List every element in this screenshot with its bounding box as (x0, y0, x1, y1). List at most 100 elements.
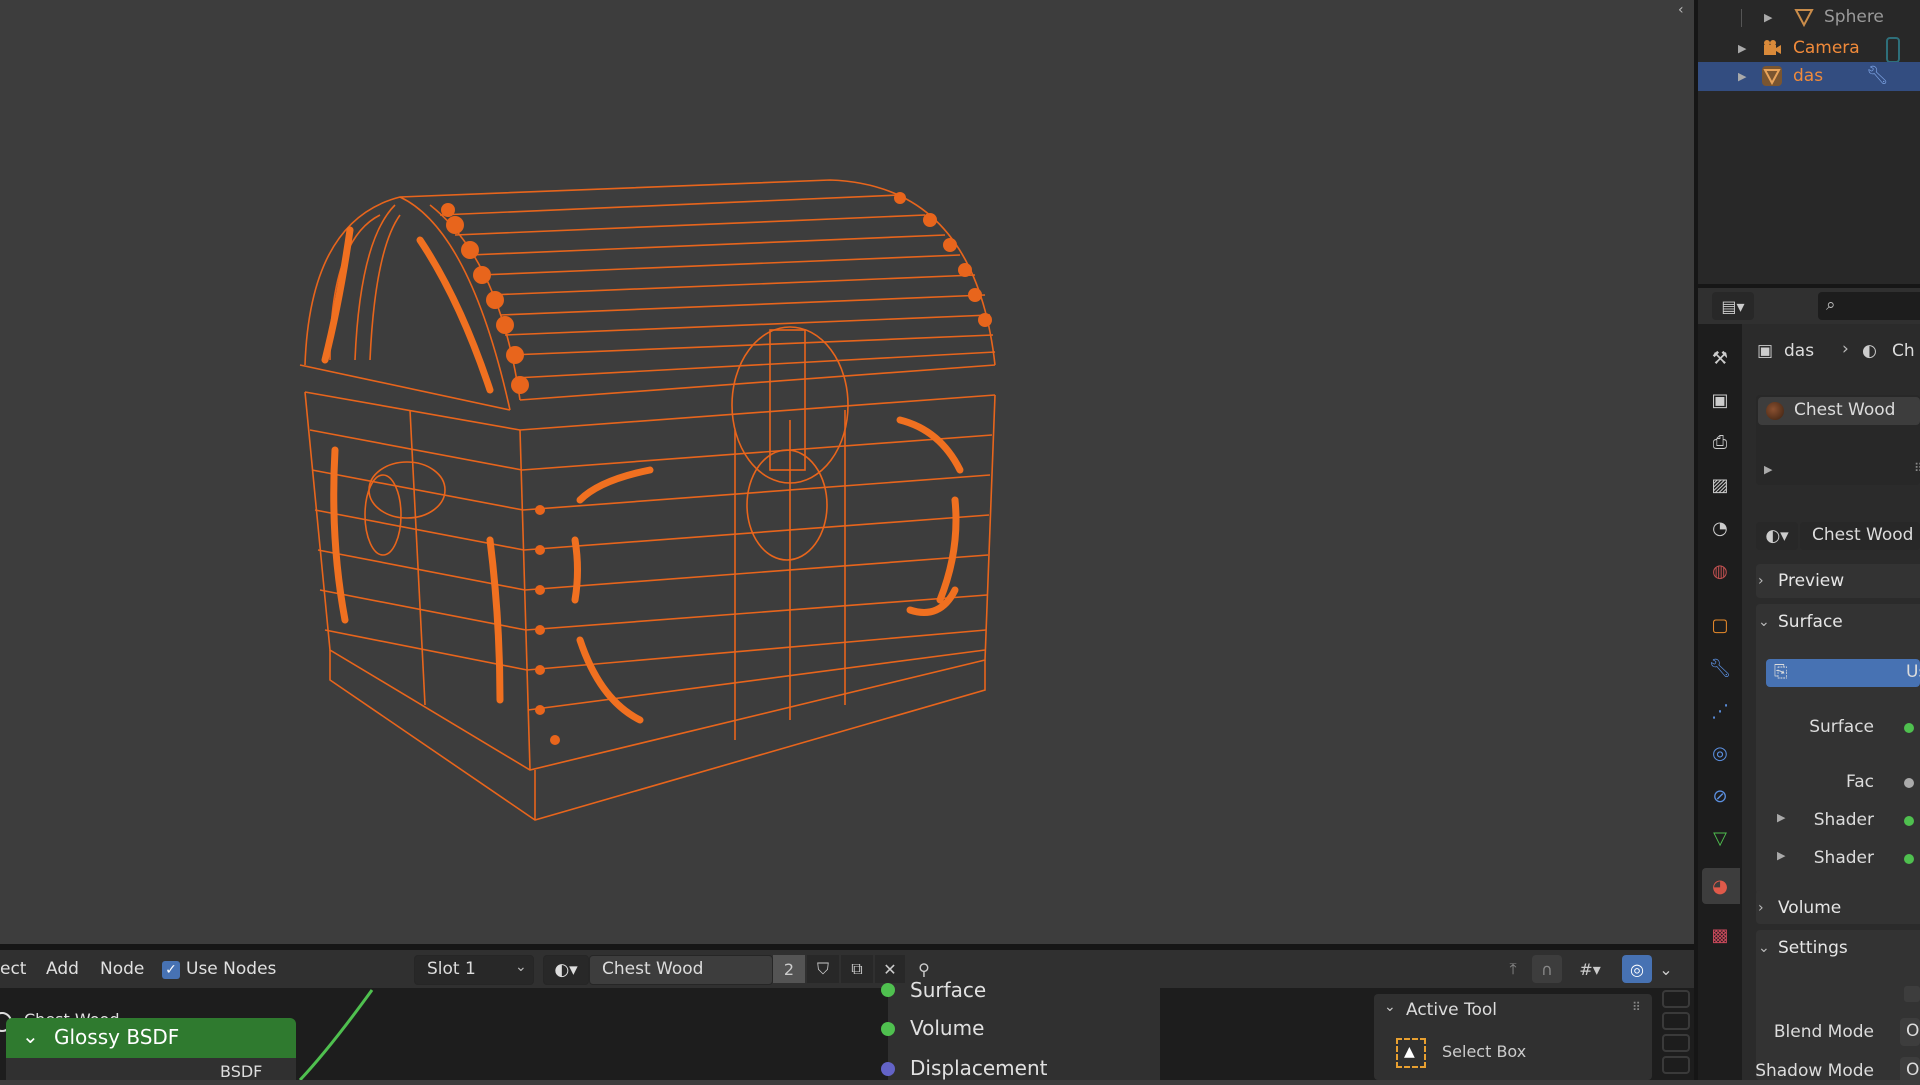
material-output-node[interactable]: Surface Volume Displacement (881, 978, 1160, 1080)
parent-node-tree-icon[interactable]: ⤒ (1498, 955, 1528, 983)
sidebar-tab[interactable] (1662, 1034, 1690, 1052)
material-name-field[interactable]: Chest Wood (589, 955, 773, 985)
volume-input-label: Volume (910, 1016, 985, 1040)
outliner[interactable]: ▶ Sphere ▶ Camera ▶ das 🔧︎ (1698, 0, 1920, 284)
active-tool-panel: ⌄ Active Tool ⠿ ▲ Select Box (1374, 994, 1652, 1080)
material-slot-label: Chest Wood (1794, 400, 1896, 420)
constraints-tab-icon[interactable]: ⊘ (1709, 785, 1731, 807)
slot-dropdown[interactable]: Slot 1 ⌄ (414, 955, 534, 985)
object-data-icon: ▣ (1757, 341, 1774, 361)
expand-arrow-icon[interactable]: ▶ (1738, 70, 1746, 83)
surface-input-label: Surface (910, 978, 987, 1002)
outliner-item-label: Camera (1793, 38, 1860, 58)
glossy-bsdf-body[interactable]: BSDF (6, 1058, 296, 1081)
select-menu[interactable]: ect (0, 950, 26, 988)
expand-arrow-icon[interactable]: ▶ (1738, 42, 1746, 55)
particles-tab-icon[interactable]: ⋰ (1709, 700, 1731, 722)
user-count: 2 (783, 959, 795, 979)
chevron-down-icon[interactable]: ⌄ (22, 1024, 39, 1048)
settings-panel-header[interactable]: ⌄ Settings (1758, 932, 1920, 964)
volume-socket-icon[interactable] (881, 1022, 895, 1036)
view-layer-tab-icon[interactable]: ▨ (1709, 474, 1731, 496)
panel-title: Surface (1778, 612, 1843, 632)
browse-material-button[interactable]: ◐▾ (1756, 522, 1798, 550)
use-nodes-button[interactable]: ⎘ Us (1766, 659, 1920, 687)
material-tab-icon[interactable]: ◕ (1709, 875, 1731, 897)
displacement-input-label: Displacement (910, 1056, 1048, 1080)
blend-mode-value: O (1906, 1021, 1920, 1041)
close-icon[interactable]: ✕ (875, 955, 905, 983)
outliner-item-das[interactable]: ▶ das 🔧︎ (1698, 62, 1920, 91)
snap-grid-icon[interactable]: #▾ (1566, 955, 1614, 983)
mesh-icon (1794, 9, 1814, 27)
user-count-button[interactable]: 2 (773, 955, 805, 983)
scene-tab-icon[interactable]: ◔ (1709, 517, 1731, 539)
cursor-icon: ▲ (1404, 1044, 1415, 1060)
surface-socket-icon[interactable] (881, 983, 895, 997)
node-sidebar-tabs[interactable] (1660, 990, 1690, 1080)
properties-search-input[interactable]: ⌕ (1818, 292, 1920, 320)
shadow-mode-value: O (1906, 1060, 1920, 1080)
use-nodes-label: Use Nodes (186, 959, 277, 979)
resize-handle-icon[interactable]: ⠿ (1914, 461, 1920, 475)
modifier-tab-icon[interactable]: 🔧︎ (1709, 657, 1732, 679)
search-icon: ⌕ (1826, 295, 1836, 315)
editor-type-button[interactable]: ▤▾ (1712, 292, 1754, 320)
drag-handle-icon[interactable]: ⠿ (1632, 1000, 1641, 1014)
properties-main: ▣ das › ◐ Ch Chest Wood ▶ ⠿ ◐▾ Chest Woo… (1742, 324, 1920, 1085)
fake-user-shield-icon[interactable]: ⛉ (807, 955, 839, 983)
data-tab-icon[interactable]: ▽ (1709, 827, 1731, 849)
material-icon: ◐ (1862, 341, 1877, 361)
chevron-down-icon[interactable]: ⌄ (1384, 999, 1396, 1015)
chevron-right-icon: › (1758, 900, 1764, 916)
chevron-down-icon: ⌄ (1758, 940, 1770, 956)
panel-title: Preview (1778, 571, 1845, 591)
volume-panel-header[interactable]: › Volume (1758, 892, 1920, 924)
expand-arrow-icon[interactable]: ▶ (1764, 11, 1772, 24)
outliner-item-label: Sphere (1824, 7, 1884, 27)
sidebar-tab[interactable] (1662, 1056, 1690, 1074)
chevron-right-icon: › (1758, 573, 1764, 589)
outliner-item-sphere[interactable]: ▶ Sphere (1698, 3, 1920, 32)
output-tab-icon[interactable]: ⎙ (1709, 431, 1731, 453)
snap-magnet-icon[interactable]: ∩ (1532, 955, 1562, 983)
world-tab-icon[interactable]: ◍ (1709, 560, 1731, 582)
browse-material-button[interactable]: ◐▾ (543, 955, 589, 985)
physics-tab-icon[interactable]: ◎ (1709, 742, 1731, 764)
render-tab-icon[interactable]: ▣ (1709, 389, 1731, 411)
object-tab-icon[interactable]: ▢ (1709, 614, 1731, 636)
shadow-mode-dropdown[interactable]: O (1900, 1057, 1920, 1085)
settings-checkbox[interactable] (1904, 986, 1920, 1002)
overlay-dropdown-icon[interactable]: ⌄ (1654, 955, 1678, 983)
chevron-down-icon: ⌄ (515, 959, 527, 975)
add-menu[interactable]: Add (46, 950, 79, 988)
tree-line (1741, 9, 1742, 27)
surface-panel-header[interactable]: ⌄ Surface (1758, 606, 1920, 638)
material-slot-item[interactable]: Chest Wood (1758, 397, 1920, 425)
material-slot-list[interactable]: Chest Wood ▶ ⠿ (1756, 395, 1920, 485)
material-name-field[interactable]: Chest Wood (1800, 522, 1920, 550)
blend-mode-dropdown[interactable]: O (1900, 1018, 1920, 1046)
expand-arrow-icon[interactable]: ▶ (1764, 463, 1772, 476)
texture-tab-icon[interactable]: ▩ (1709, 924, 1731, 946)
duplicate-icon[interactable]: ⧉ (841, 955, 873, 983)
wrench-icon[interactable]: 🔧︎ (1866, 65, 1889, 86)
sidebar-tab[interactable] (1662, 990, 1690, 1008)
breadcrumb-chevron-icon: › (1842, 339, 1849, 359)
preview-panel-header[interactable]: › Preview (1758, 565, 1920, 597)
node-menu[interactable]: Node (100, 950, 144, 988)
shader-socket-icon (1904, 854, 1914, 864)
collapse-arrow-icon[interactable]: ‹ (1678, 2, 1684, 18)
displacement-socket-icon[interactable] (881, 1062, 895, 1076)
outliner-item-camera[interactable]: ▶ Camera (1698, 34, 1920, 63)
properties-tabs: ⚒ ▣ ⎙ ▨ ◔ ◍ ▢ 🔧︎ ⋰ ◎ ⊘ ▽ ◕ ▩ (1698, 324, 1742, 1080)
mesh-icon (1762, 66, 1782, 86)
3d-viewport[interactable]: ‹ (0, 0, 1694, 944)
use-nodes-checkbox[interactable]: ✓ (162, 961, 180, 979)
data-icon[interactable] (1886, 37, 1900, 63)
glossy-bsdf-node[interactable]: ⌄ Glossy BSDF (6, 1018, 296, 1058)
sidebar-tab[interactable] (1662, 1012, 1690, 1030)
overlay-icon[interactable]: ◎ (1622, 955, 1652, 983)
properties-header: ▤▾ ⌕ (1698, 288, 1920, 324)
tool-tab-icon[interactable]: ⚒ (1709, 347, 1731, 369)
